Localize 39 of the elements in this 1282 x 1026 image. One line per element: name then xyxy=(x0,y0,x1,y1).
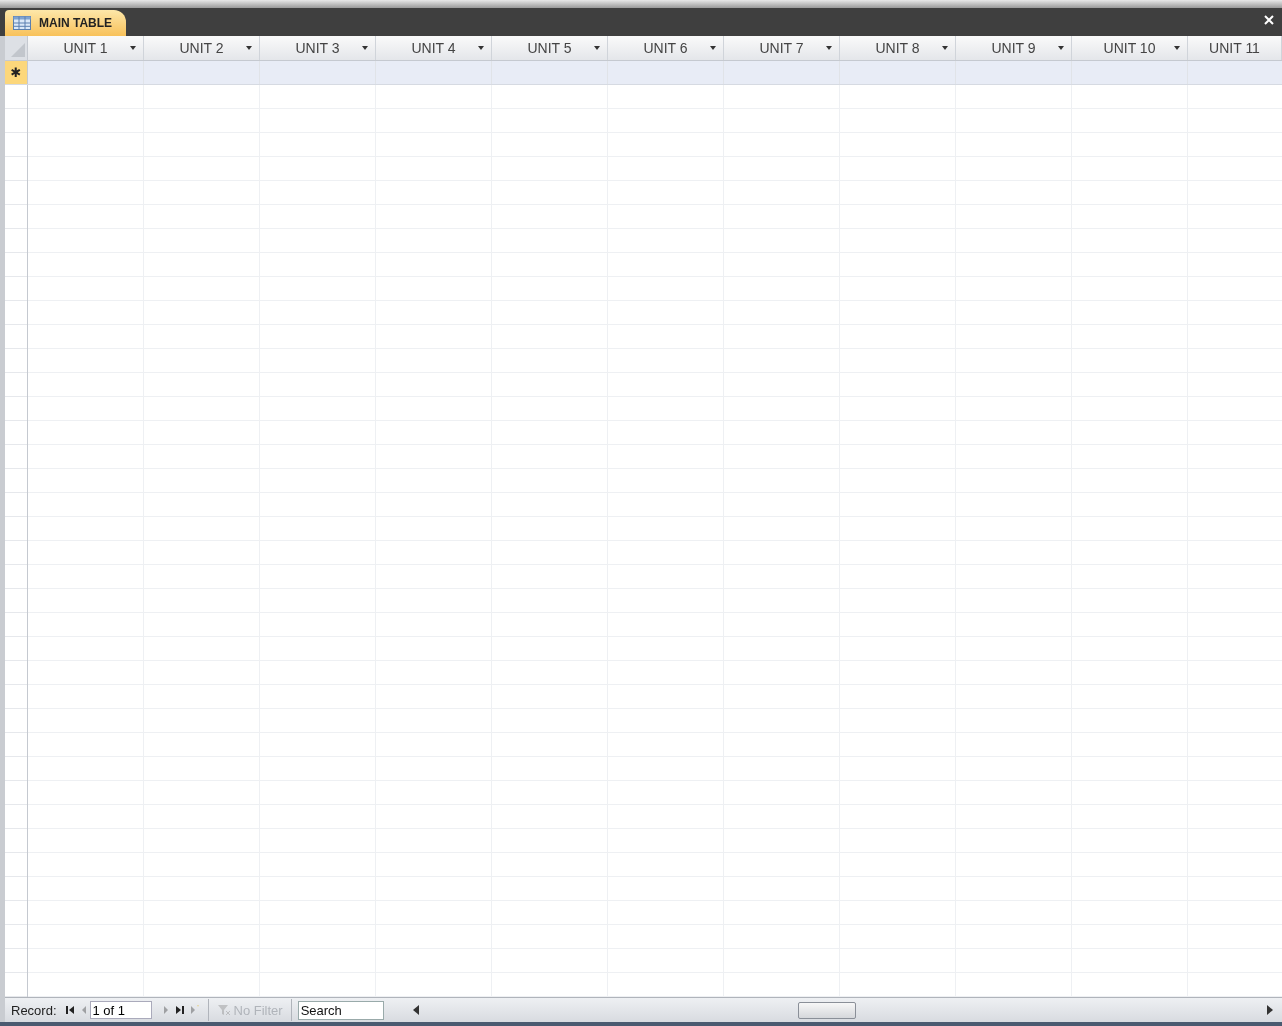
column-header[interactable]: UNIT 6 xyxy=(608,36,724,60)
column-header[interactable]: UNIT 9 xyxy=(956,36,1072,60)
column-header[interactable]: UNIT 11 xyxy=(1188,36,1282,60)
column-header[interactable]: UNIT 5 xyxy=(492,36,608,60)
last-record-icon xyxy=(174,1005,184,1015)
caret-icon xyxy=(362,46,368,50)
table-icon xyxy=(13,16,31,30)
caret-icon xyxy=(1058,46,1064,50)
new-record-selector[interactable]: ✱ xyxy=(5,61,28,84)
column-header[interactable]: UNIT 8 xyxy=(840,36,956,60)
record-position-field[interactable]: 1 of 1 xyxy=(89,1001,152,1019)
search-field[interactable]: Search xyxy=(297,1000,384,1020)
caret-icon xyxy=(478,46,484,50)
new-record-row[interactable]: ✱ xyxy=(5,61,1282,85)
first-record-icon xyxy=(65,1005,75,1015)
previous-record-icon xyxy=(80,1005,87,1015)
funnel-icon xyxy=(216,1004,231,1016)
caret-icon xyxy=(246,46,252,50)
column-header[interactable]: UNIT 10 xyxy=(1072,36,1188,60)
caret-icon xyxy=(130,46,136,50)
scrollbar-thumb[interactable] xyxy=(797,1002,856,1019)
column-header[interactable]: UNIT 3 xyxy=(260,36,376,60)
scroll-left-button[interactable] xyxy=(411,1003,422,1017)
column-header[interactable]: UNIT 7 xyxy=(724,36,840,60)
caret-icon xyxy=(826,46,832,50)
next-record-icon xyxy=(162,1005,169,1015)
caret-icon xyxy=(710,46,716,50)
caret-icon xyxy=(942,46,948,50)
record-label: Record: xyxy=(10,1002,58,1018)
new-record-icon xyxy=(189,1005,199,1015)
corner-triangle-icon xyxy=(11,43,25,57)
caret-icon xyxy=(1174,46,1180,50)
document-tab[interactable]: MAIN TABLE xyxy=(5,10,127,36)
caret-icon xyxy=(594,46,600,50)
column-header[interactable]: UNIT 2 xyxy=(144,36,260,60)
close-icon xyxy=(1264,15,1274,25)
column-header[interactable]: UNIT 1 xyxy=(28,36,144,60)
column-header[interactable]: UNIT 4 xyxy=(376,36,492,60)
tab-title: MAIN TABLE xyxy=(39,16,113,30)
